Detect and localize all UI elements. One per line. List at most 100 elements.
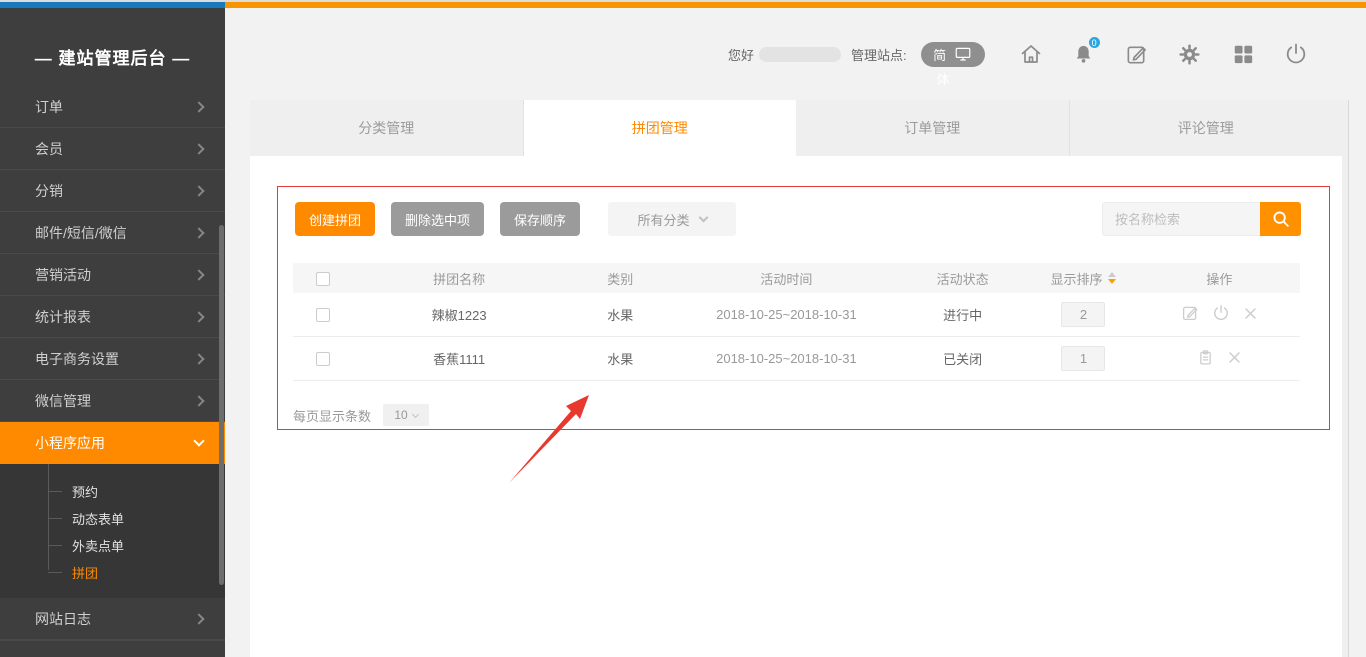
- edit-icon[interactable]: [1125, 42, 1149, 66]
- sidebar-scrollbar[interactable]: [219, 225, 224, 585]
- page-size-select[interactable]: 10: [383, 404, 429, 426]
- submenu-item-groupbuy[interactable]: 拼团: [0, 559, 225, 586]
- table-row: 香蕉1111 水果 2018-10-25~2018-10-31 已关闭 1: [293, 337, 1300, 381]
- sidebar-item-orders-partial: 订单: [0, 96, 225, 128]
- tab-bar: 分类管理 拼团管理 订单管理 评论管理: [250, 100, 1342, 156]
- language-char-overflow: 体: [937, 69, 950, 88]
- home-icon[interactable]: [1019, 42, 1043, 66]
- power-logout-icon[interactable]: [1284, 42, 1308, 66]
- table-header-row: 拼团名称 类别 活动时间 活动状态 显示排序 操作: [293, 263, 1300, 293]
- sidebar-item-label: 邮件/短信/微信: [35, 223, 127, 243]
- sidebar-item-label: 网站日志: [35, 609, 91, 629]
- tab-order-management[interactable]: 订单管理: [796, 100, 1070, 156]
- sidebar-item-ecommerce-settings[interactable]: 电子商务设置: [0, 338, 225, 380]
- notifications-bell-icon[interactable]: 0: [1072, 42, 1096, 66]
- submenu-item-appointment[interactable]: 预约: [0, 478, 225, 505]
- cell-category: 水果: [565, 349, 676, 368]
- cell-category: 水果: [565, 305, 676, 324]
- page-size-value: 10: [394, 408, 407, 422]
- sort-order-box[interactable]: 1: [1061, 346, 1105, 371]
- cell-status: 进行中: [897, 305, 1028, 324]
- monitor-icon: [954, 45, 972, 63]
- sidebar-item-mail-sms-wechat[interactable]: 邮件/短信/微信: [0, 212, 225, 254]
- content-scrollbar[interactable]: [1341, 100, 1349, 657]
- sort-toggle-icon[interactable]: [1108, 272, 1116, 284]
- sidebar-item-wechat-management[interactable]: 微信管理: [0, 380, 225, 422]
- search-area: [1102, 202, 1301, 236]
- category-filter-value: 所有分类: [638, 210, 690, 229]
- header-operations: 操作: [1139, 269, 1300, 288]
- create-groupbuy-button[interactable]: 创建拼团: [295, 202, 375, 236]
- chevron-right-icon: [193, 613, 204, 624]
- top-progress-strip: [0, 0, 1366, 8]
- submenu-item-label: 拼团: [72, 563, 98, 582]
- chevron-down-icon: [412, 410, 419, 417]
- category-filter-dropdown[interactable]: 所有分类: [608, 202, 736, 236]
- row-power-icon[interactable]: [1212, 304, 1230, 322]
- save-order-button[interactable]: 保存顺序: [500, 202, 580, 236]
- select-all-checkbox[interactable]: [316, 272, 330, 286]
- cell-name: 香蕉1111: [353, 349, 564, 368]
- sidebar-item-cutoff: [0, 640, 225, 657]
- row-edit-icon[interactable]: [1181, 304, 1199, 322]
- submenu-item-takeout[interactable]: 外卖点单: [0, 532, 225, 559]
- row-checkbox[interactable]: [316, 308, 330, 322]
- row-report-clipboard-icon[interactable]: [1197, 349, 1214, 366]
- language-char: 简: [933, 45, 946, 64]
- chevron-right-icon: [193, 395, 204, 406]
- chevron-right-icon: [193, 269, 204, 280]
- sidebar-item-label: 营销活动: [35, 265, 91, 285]
- header-category: 类别: [565, 269, 676, 288]
- page-size-label: 每页显示条数: [293, 406, 371, 425]
- sidebar-item-members[interactable]: 会员: [0, 128, 225, 170]
- topbar: 您好 管理站点: 简 体 0: [728, 41, 1308, 67]
- language-toggle[interactable]: 简 体: [921, 42, 985, 67]
- settings-gear-icon[interactable]: [1178, 42, 1202, 66]
- delete-selected-button[interactable]: 删除选中项: [391, 202, 484, 236]
- submenu-item-label: 外卖点单: [72, 536, 124, 555]
- sidebar: — 建站管理后台 — 订单 会员 分销 邮件/短信/微信 营销活动 统计报表: [0, 8, 225, 657]
- sidebar-item-marketing[interactable]: 营销活动: [0, 254, 225, 296]
- cell-time: 2018-10-25~2018-10-31: [676, 351, 898, 366]
- sidebar-item-label: 微信管理: [35, 391, 91, 411]
- sidebar-item-site-logs[interactable]: 网站日志: [0, 598, 225, 640]
- submenu-item-dynamic-forms[interactable]: 动态表单: [0, 505, 225, 532]
- sidebar-item-label: 会员: [35, 139, 63, 159]
- search-icon: [1270, 208, 1292, 230]
- cell-status: 已关闭: [897, 349, 1028, 368]
- search-button[interactable]: [1260, 202, 1301, 236]
- tab-groupbuy-management[interactable]: 拼团管理: [524, 100, 797, 156]
- row-delete-icon[interactable]: [1227, 350, 1242, 365]
- submenu-item-label: 预约: [72, 482, 98, 501]
- chevron-right-icon: [193, 143, 204, 154]
- sidebar-item-label: 统计报表: [35, 307, 91, 327]
- tab-category-management[interactable]: 分类管理: [250, 100, 524, 156]
- sidebar-item-orders[interactable]: 订单: [0, 96, 225, 128]
- sidebar-item-miniprogram-apps[interactable]: 小程序应用: [0, 422, 225, 464]
- cell-name: 辣椒1223: [353, 305, 564, 324]
- table-row: 辣椒1223 水果 2018-10-25~2018-10-31 进行中 2: [293, 293, 1300, 337]
- sort-order-box[interactable]: 2: [1061, 302, 1105, 327]
- submenu-item-label: 动态表单: [72, 509, 124, 528]
- apps-grid-icon[interactable]: [1231, 42, 1255, 66]
- sidebar-item-label: 小程序应用: [35, 433, 105, 453]
- chevron-down-icon: [193, 435, 204, 446]
- tab-comment-management[interactable]: 评论管理: [1070, 100, 1343, 156]
- chevron-right-icon: [193, 311, 204, 322]
- sidebar-item-distribution[interactable]: 分销: [0, 170, 225, 212]
- row-delete-icon[interactable]: [1243, 306, 1258, 321]
- row-checkbox[interactable]: [316, 352, 330, 366]
- username-redacted: [759, 47, 841, 62]
- search-input[interactable]: [1102, 202, 1260, 236]
- notification-badge: 0: [1088, 36, 1101, 49]
- sidebar-item-label: 订单: [35, 97, 63, 117]
- sidebar-item-reports[interactable]: 统计报表: [0, 296, 225, 338]
- sidebar-item-label: 分销: [35, 181, 63, 201]
- chevron-right-icon: [193, 185, 204, 196]
- chevron-down-icon: [698, 212, 708, 222]
- pagination: 每页显示条数 10: [293, 404, 429, 426]
- progress-strip-orange: [225, 2, 1366, 8]
- sort-down-icon: [1108, 279, 1116, 284]
- app-title: — 建站管理后台 —: [0, 8, 225, 68]
- header-status: 活动状态: [897, 269, 1028, 288]
